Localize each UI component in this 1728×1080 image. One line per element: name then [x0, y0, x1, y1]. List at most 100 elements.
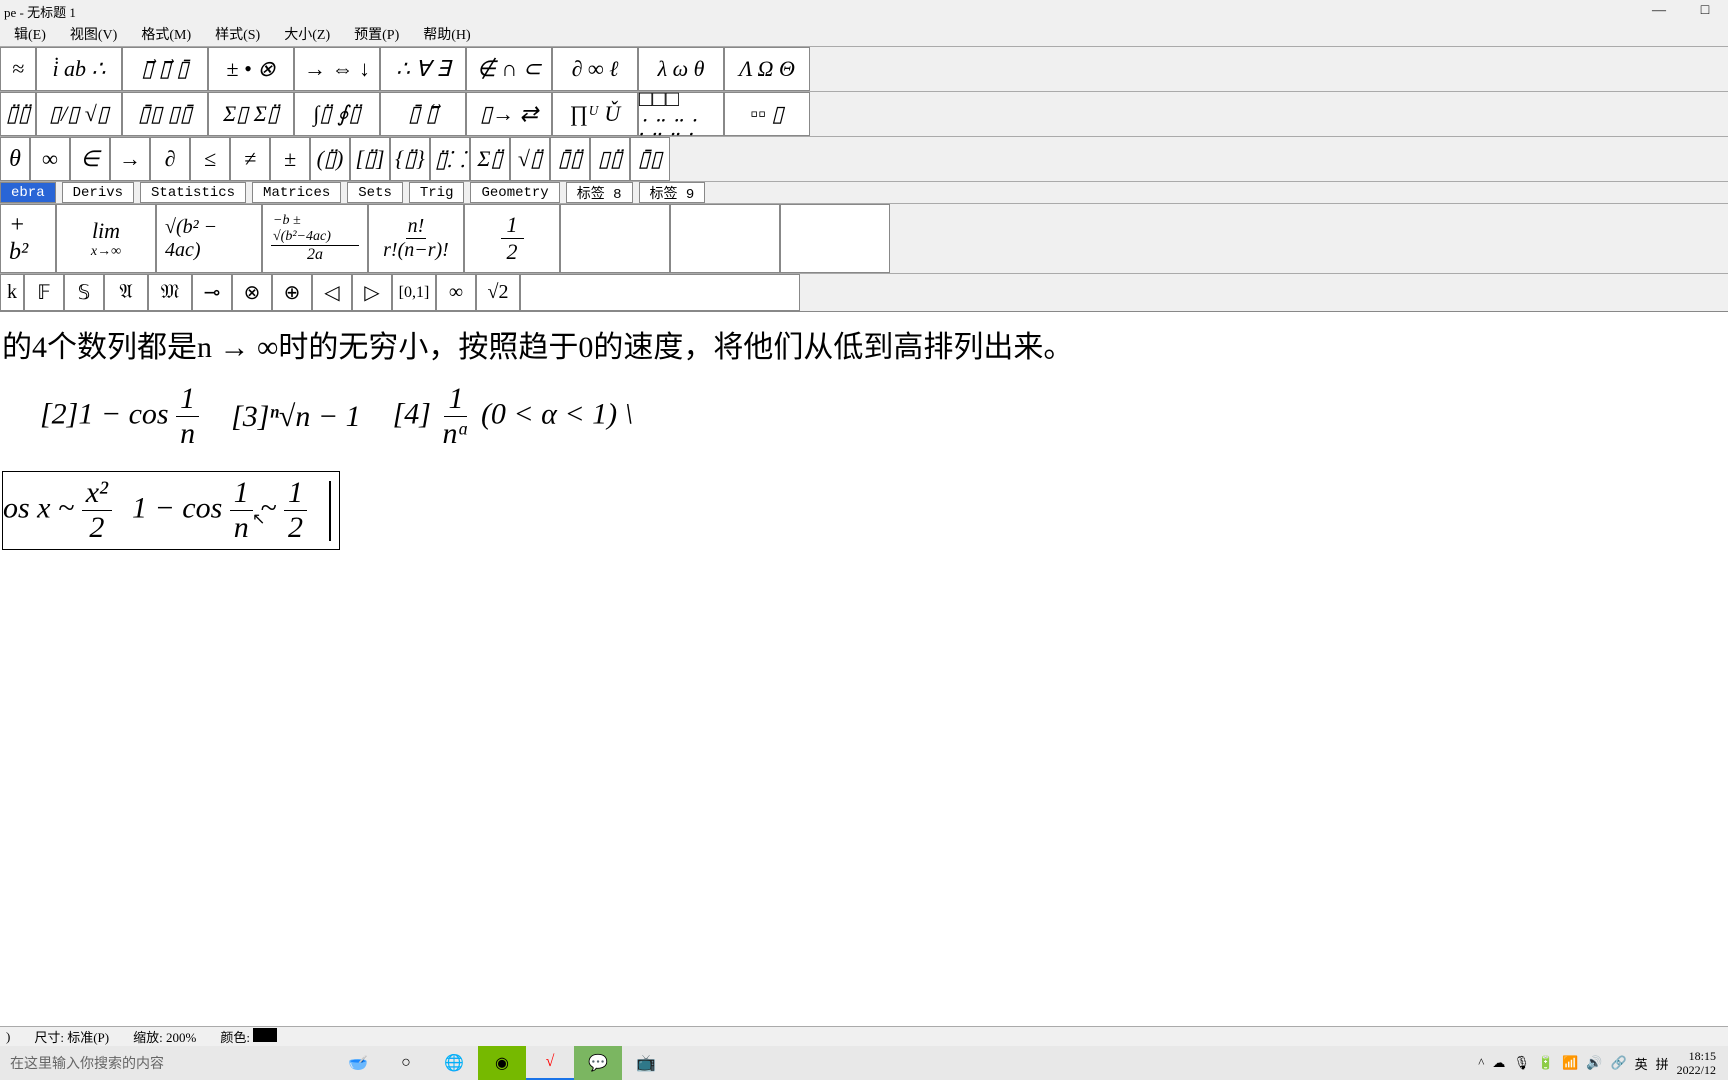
template-one-half[interactable]: 1 2 [464, 204, 560, 273]
tray-wifi-icon[interactable]: 📶 [1562, 1055, 1578, 1071]
template-empty-1[interactable] [560, 204, 670, 273]
btn-brackets[interactable]: [▯̈] [350, 137, 390, 181]
sym-k[interactable]: k [0, 274, 24, 311]
sym-empty[interactable] [520, 274, 800, 311]
tray-battery-icon[interactable]: 🔋 [1538, 1055, 1554, 1071]
btn-arrows[interactable]: → ⇔ ↓ [294, 47, 380, 91]
btn-integrals[interactable]: ∫▯̈ ∮▯̈ [294, 92, 380, 136]
status-zoom[interactable]: 缩放: 200% [133, 1027, 196, 1046]
tab-matrices[interactable]: Matrices [252, 182, 341, 203]
taskbar-app-3[interactable]: 📺 [622, 1046, 670, 1080]
btn-infinity[interactable]: ∞ [30, 137, 70, 181]
btn-greek-lower[interactable]: λ ω θ [638, 47, 724, 91]
btn-set-theory[interactable]: ∉ ∩ ⊂ [466, 47, 552, 91]
btn-plus-minus[interactable]: ± [270, 137, 310, 181]
btn-element-of[interactable]: ∈ [70, 137, 110, 181]
tab-algebra[interactable]: ebra [0, 182, 56, 203]
tray-pinyin[interactable]: 拼 [1656, 1054, 1669, 1073]
sym-F[interactable]: 𝔽 [24, 274, 64, 311]
btn-template-4[interactable]: ▯̄▯ [630, 137, 670, 181]
sym-triangle-right[interactable]: ▷ [352, 274, 392, 311]
btn-sub-super[interactable]: ▯̄▯ ▯▯̄ [122, 92, 208, 136]
sym-multimap[interactable]: ⊸ [192, 274, 232, 311]
menu-style[interactable]: 样式(S) [203, 22, 272, 46]
menu-size[interactable]: 大小(Z) [272, 22, 342, 46]
template-empty-3[interactable] [780, 204, 890, 273]
template-limit[interactable]: lim x→∞ [56, 204, 156, 273]
tab-trig[interactable]: Trig [409, 182, 465, 203]
tray-clock[interactable]: 18:15 2022/12 [1677, 1049, 1716, 1078]
taskbar-nvidia-icon[interactable]: ◉ [478, 1046, 526, 1080]
btn-sqrt-template[interactable]: √▯̈ [510, 137, 550, 181]
btn-summation[interactable]: Σ▯ Σ▯̈ [208, 92, 294, 136]
btn-vectors[interactable]: ▯⃗ ▯⃗ ▯̄ [122, 47, 208, 91]
menu-help[interactable]: 帮助(H) [411, 22, 482, 46]
sym-otimes[interactable]: ⊗ [232, 274, 272, 311]
tray-up-icon[interactable]: ^ [1478, 1055, 1484, 1071]
sym-oplus[interactable]: ⊕ [272, 274, 312, 311]
tab-8[interactable]: 标签 8 [566, 182, 633, 203]
btn-neq[interactable]: ≠ [230, 137, 270, 181]
sym-sqrt2[interactable]: √2 [476, 274, 520, 311]
template-quadratic[interactable]: −b ± √(b²−4ac) 2a [262, 204, 368, 273]
taskbar-wechat-icon[interactable]: 💬 [574, 1046, 622, 1080]
menu-format[interactable]: 格式(M) [129, 22, 203, 46]
menu-edit[interactable]: 辑(E) [2, 22, 58, 46]
btn-misc-symbols[interactable]: ∂ ∞ ℓ [552, 47, 638, 91]
taskbar-mathtype-icon[interactable]: √ [526, 1046, 574, 1080]
btn-parentheses[interactable]: (▯̈) [310, 137, 350, 181]
btn-sum-template[interactable]: Σ▯̈ [470, 137, 510, 181]
btn-fences[interactable]: ▯̈▯̈ [0, 92, 36, 136]
btn-greek-upper[interactable]: Λ Ω Θ [724, 47, 810, 91]
btn-logic[interactable]: ∴ ∀ ∃ [380, 47, 466, 91]
btn-fractions-radicals[interactable]: ▯/▯ √▯ [36, 92, 122, 136]
btn-products[interactable]: ∏ᵁ Ǔ [552, 92, 638, 136]
template-empty-2[interactable] [670, 204, 780, 273]
tray-cloud-icon[interactable]: ☁ [1492, 1055, 1505, 1071]
sym-S[interactable]: 𝕊 [64, 274, 104, 311]
btn-labeled-arrows[interactable]: ▯→ ⇄ [466, 92, 552, 136]
tab-statistics[interactable]: Statistics [140, 182, 246, 203]
status-size[interactable]: 尺寸: 标准(P) [34, 1027, 109, 1046]
btn-braces[interactable]: {▯̈} [390, 137, 430, 181]
taskbar-cortana-icon[interactable]: ○ [382, 1046, 430, 1080]
template-combinations[interactable]: n! r!(n−r)! [368, 204, 464, 273]
btn-theta[interactable]: θ [0, 137, 30, 181]
btn-partial[interactable]: ∂ [150, 137, 190, 181]
btn-leq[interactable]: ≤ [190, 137, 230, 181]
template-binomial[interactable]: + b² [0, 204, 56, 273]
menu-preset[interactable]: 预置(P) [342, 22, 411, 46]
sym-infinity[interactable]: ∞ [436, 274, 476, 311]
tab-sets[interactable]: Sets [347, 182, 403, 203]
toolbar-row-2: ▯̈▯̈ ▯/▯ √▯ ▯̄▯ ▯▯̄ Σ▯ Σ▯̈ ∫▯̈ ∮▯̈ ▯̄ ▯⃡… [0, 91, 1728, 136]
tray-volume-icon[interactable]: 🔊 [1586, 1055, 1602, 1071]
tray-mic-icon[interactable]: 🎙 [1513, 1055, 1530, 1071]
btn-arrow-right[interactable]: → [110, 137, 150, 181]
minimize-button[interactable]: — [1636, 0, 1682, 22]
btn-template-1[interactable]: ▯̈⸬ [430, 137, 470, 181]
btn-boxes[interactable]: ▫▫ ▯ [724, 92, 810, 136]
sym-triangle-left[interactable]: ◁ [312, 274, 352, 311]
btn-bars[interactable]: ▯̄ ▯⃡ [380, 92, 466, 136]
btn-embellishments[interactable]: i̇ ab ∴ [36, 47, 122, 91]
taskbar-app-2[interactable]: 🌐 [430, 1046, 478, 1080]
btn-relations[interactable]: ≈ [0, 47, 36, 91]
tab-9[interactable]: 标签 9 [639, 182, 706, 203]
tab-derivs[interactable]: Derivs [62, 182, 134, 203]
tray-ime[interactable]: 英 [1635, 1054, 1648, 1073]
taskbar-app-1[interactable]: 🥣 [334, 1046, 382, 1080]
sym-interval[interactable]: [0,1] [392, 274, 436, 311]
template-sqrt-discriminant[interactable]: √(b² − 4ac) [156, 204, 262, 273]
status-color-swatch[interactable] [253, 1028, 277, 1042]
tab-geometry[interactable]: Geometry [470, 182, 559, 203]
tray-link-icon[interactable]: 🔗 [1610, 1055, 1626, 1071]
btn-template-2[interactable]: ▯̄▯̈ [550, 137, 590, 181]
taskbar-search[interactable]: 在这里输入你搜索的内容 [4, 1053, 164, 1073]
btn-operators[interactable]: ± • ⊗ [208, 47, 294, 91]
sym-fraktur-A[interactable]: 𝔄 [104, 274, 148, 311]
btn-template-3[interactable]: ▯▯̈ [590, 137, 630, 181]
btn-matrices[interactable]: □□□ ⸬⸬⸬ [638, 92, 724, 136]
sym-fraktur-M[interactable]: 𝔐 [148, 274, 192, 311]
menu-view[interactable]: 视图(V) [58, 22, 129, 46]
maximize-button[interactable]: □ [1682, 0, 1728, 22]
